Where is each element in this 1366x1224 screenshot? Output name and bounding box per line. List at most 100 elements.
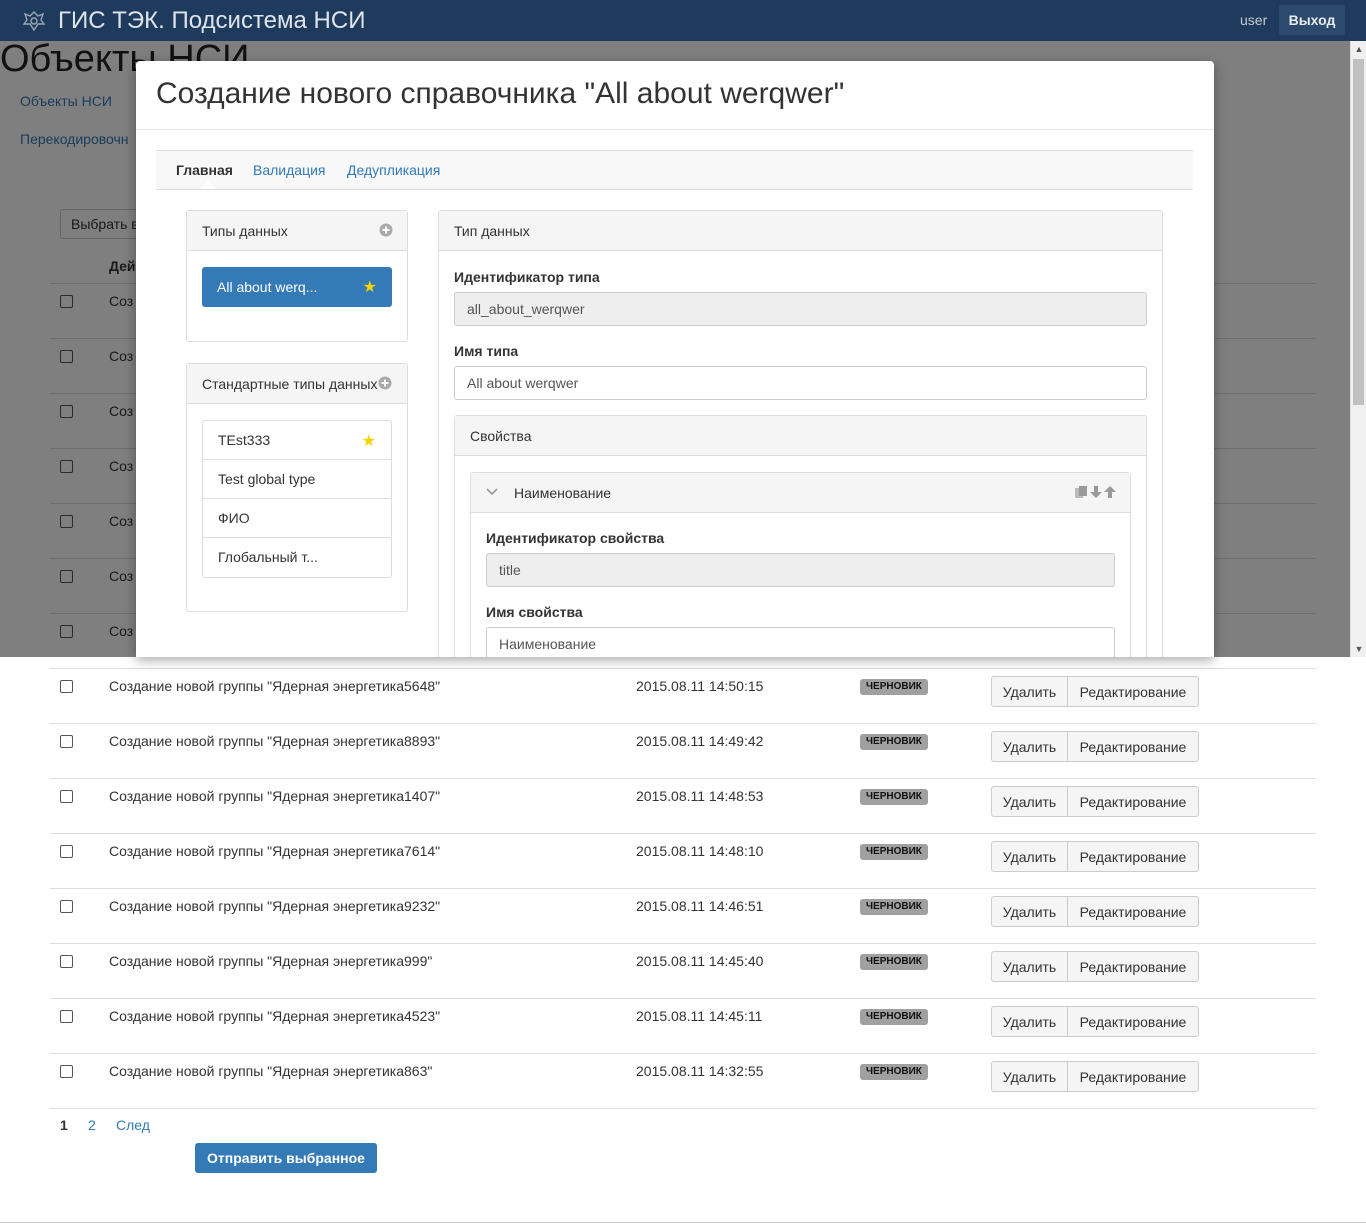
footer-divider xyxy=(0,1222,1366,1223)
tab-deduplication[interactable]: Дедупликация xyxy=(347,162,440,178)
edit-button[interactable]: Редактирование xyxy=(1068,1061,1199,1092)
edit-button[interactable]: Редактирование xyxy=(1068,786,1199,817)
brand[interactable]: ГИС ТЭК. Подсистема НСИ xyxy=(20,6,365,36)
list-item[interactable]: TEst333 ★ xyxy=(203,421,391,460)
tab-validation[interactable]: Валидация xyxy=(253,162,326,178)
status-badge: ЧЕРНОВИК xyxy=(860,734,928,750)
type-name-label: Имя типа xyxy=(454,343,519,359)
property-heading[interactable]: Наименование xyxy=(471,473,1130,513)
create-dictionary-modal: Создание нового справочника "All about w… xyxy=(136,61,1214,657)
status-badge: ЧЕРНОВИК xyxy=(860,899,928,915)
row-actions: Удалить Редактирование xyxy=(991,731,1199,762)
list-item-label: ФИО xyxy=(218,510,250,526)
send-selected-button[interactable]: Отправить выбранное xyxy=(195,1143,377,1173)
delete-button[interactable]: Удалить xyxy=(991,951,1068,982)
table-row: Создание новой группы "Ядерная энергетик… xyxy=(50,888,1316,943)
row-checkbox[interactable] xyxy=(60,680,73,693)
delete-button[interactable]: Удалить xyxy=(991,676,1068,707)
standard-types-panel: Стандартные типы данных TEst333 ★ Test g… xyxy=(186,363,408,612)
row-date: 2015.08.11 14:48:10 xyxy=(636,843,764,859)
edit-button[interactable]: Редактирование xyxy=(1068,896,1199,927)
arrow-up-icon[interactable] xyxy=(1104,485,1116,499)
edit-button[interactable]: Редактирование xyxy=(1068,1006,1199,1037)
data-type-heading: Тип данных xyxy=(439,211,1162,251)
table-row: Создание новой группы "Ядерная энергетик… xyxy=(50,1053,1316,1108)
list-item[interactable]: Глобальный т... xyxy=(203,538,391,577)
copy-icon[interactable] xyxy=(1074,485,1088,499)
logout-button[interactable]: Выход xyxy=(1279,5,1345,35)
row-name: Создание новой группы "Ядерная энергетик… xyxy=(109,1008,441,1024)
data-types-panel: Типы данных All about werq... ★ xyxy=(186,210,408,342)
arrow-down-icon[interactable] xyxy=(1090,485,1102,499)
chevron-down-icon[interactable] xyxy=(486,486,498,498)
row-checkbox[interactable] xyxy=(60,845,73,858)
row-checkbox[interactable] xyxy=(60,900,73,913)
edit-button[interactable]: Редактирование xyxy=(1068,676,1199,707)
delete-button[interactable]: Удалить xyxy=(991,1061,1068,1092)
add-circle-icon[interactable] xyxy=(379,223,393,237)
standard-types-title: Стандартные типы данных xyxy=(202,376,378,392)
list-item[interactable]: Test global type xyxy=(203,460,391,499)
property-title: Наименование xyxy=(514,485,612,501)
row-date: 2015.08.11 14:49:42 xyxy=(636,733,764,749)
row-checkbox[interactable] xyxy=(60,1010,73,1023)
properties-heading: Свойства xyxy=(455,416,1146,456)
scroll-down-arrow-icon[interactable]: ▼ xyxy=(1351,641,1366,657)
delete-button[interactable]: Удалить xyxy=(991,731,1068,762)
row-date: 2015.08.11 14:46:51 xyxy=(636,898,764,914)
properties-title: Свойства xyxy=(470,428,532,444)
active-data-type-label: All about werq... xyxy=(217,279,318,295)
row-name: Создание новой группы "Ядерная энергетик… xyxy=(109,953,433,969)
row-date: 2015.08.11 14:32:55 xyxy=(636,1063,764,1079)
star-icon: ★ xyxy=(361,433,376,450)
status-badge: ЧЕРНОВИК xyxy=(860,844,928,860)
table-row: Создание новой группы "Ядерная энергетик… xyxy=(50,833,1316,888)
status-badge: ЧЕРНОВИК xyxy=(860,1064,928,1080)
data-types-heading: Типы данных xyxy=(187,211,407,251)
page-1[interactable]: 1 xyxy=(60,1117,68,1133)
row-divider xyxy=(50,1108,1316,1109)
row-checkbox[interactable] xyxy=(60,790,73,803)
tab-main[interactable]: Главная xyxy=(176,162,233,178)
property-name-field[interactable]: Наименование xyxy=(486,627,1115,657)
top-navbar: ГИС ТЭК. Подсистема НСИ user Выход xyxy=(0,0,1366,41)
delete-button[interactable]: Удалить xyxy=(991,841,1068,872)
scroll-thumb[interactable] xyxy=(1353,59,1364,405)
row-date: 2015.08.11 14:45:40 xyxy=(636,953,764,969)
property-id-label: Идентификатор свойства xyxy=(486,530,665,546)
row-actions: Удалить Редактирование xyxy=(991,786,1199,817)
status-badge: ЧЕРНОВИК xyxy=(860,679,928,695)
scrollbar[interactable]: ▲ ▼ xyxy=(1350,41,1366,657)
property-panel: Наименование Идентификатор свойства titl… xyxy=(470,472,1131,657)
row-name: Создание новой группы "Ядерная энергетик… xyxy=(109,733,441,749)
list-item-label: Глобальный т... xyxy=(218,549,318,565)
type-name-field[interactable]: All about werqwer xyxy=(454,366,1147,400)
standard-types-list: TEst333 ★ Test global type ФИО Глобальны… xyxy=(202,420,392,578)
row-checkbox[interactable] xyxy=(60,1065,73,1078)
star-icon: ★ xyxy=(362,279,377,296)
property-id-field: title xyxy=(486,553,1115,587)
scroll-up-arrow-icon[interactable]: ▲ xyxy=(1351,41,1366,57)
add-circle-icon[interactable] xyxy=(378,376,392,390)
list-item[interactable]: ФИО xyxy=(203,499,391,538)
data-type-title: Тип данных xyxy=(454,223,530,239)
delete-button[interactable]: Удалить xyxy=(991,786,1068,817)
edit-button[interactable]: Редактирование xyxy=(1068,731,1199,762)
table-row: Создание новой группы "Ядерная энергетик… xyxy=(50,943,1316,998)
page-2[interactable]: 2 xyxy=(88,1117,96,1133)
edit-button[interactable]: Редактирование xyxy=(1068,951,1199,982)
active-data-type[interactable]: All about werq... ★ xyxy=(202,267,392,307)
modal-tabs: Главная Валидация Дедупликация xyxy=(156,150,1193,190)
row-actions: Удалить Редактирование xyxy=(991,676,1199,707)
list-item-label: Test global type xyxy=(218,471,316,487)
row-checkbox[interactable] xyxy=(60,735,73,748)
row-checkbox[interactable] xyxy=(60,955,73,968)
delete-button[interactable]: Удалить xyxy=(991,1006,1068,1037)
table-row: Создание новой группы "Ядерная энергетик… xyxy=(50,668,1316,723)
row-actions: Удалить Редактирование xyxy=(991,1061,1199,1092)
row-date: 2015.08.11 14:50:15 xyxy=(636,678,764,694)
page-next[interactable]: След xyxy=(116,1117,150,1133)
row-actions: Удалить Редактирование xyxy=(991,841,1199,872)
edit-button[interactable]: Редактирование xyxy=(1068,841,1199,872)
delete-button[interactable]: Удалить xyxy=(991,896,1068,927)
